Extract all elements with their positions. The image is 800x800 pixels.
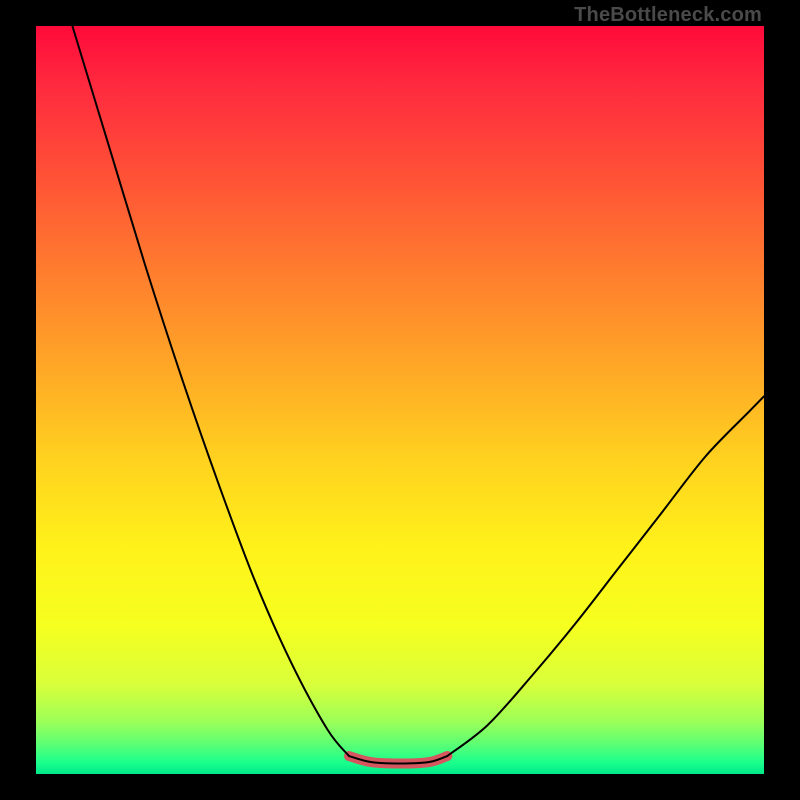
watermark-label: TheBottleneck.com xyxy=(574,4,762,27)
chart-frame: TheBottleneck.com xyxy=(0,0,800,800)
left-curve xyxy=(72,26,349,756)
curve-layer xyxy=(36,26,764,774)
plot-area xyxy=(36,26,764,774)
right-curve xyxy=(447,396,764,756)
